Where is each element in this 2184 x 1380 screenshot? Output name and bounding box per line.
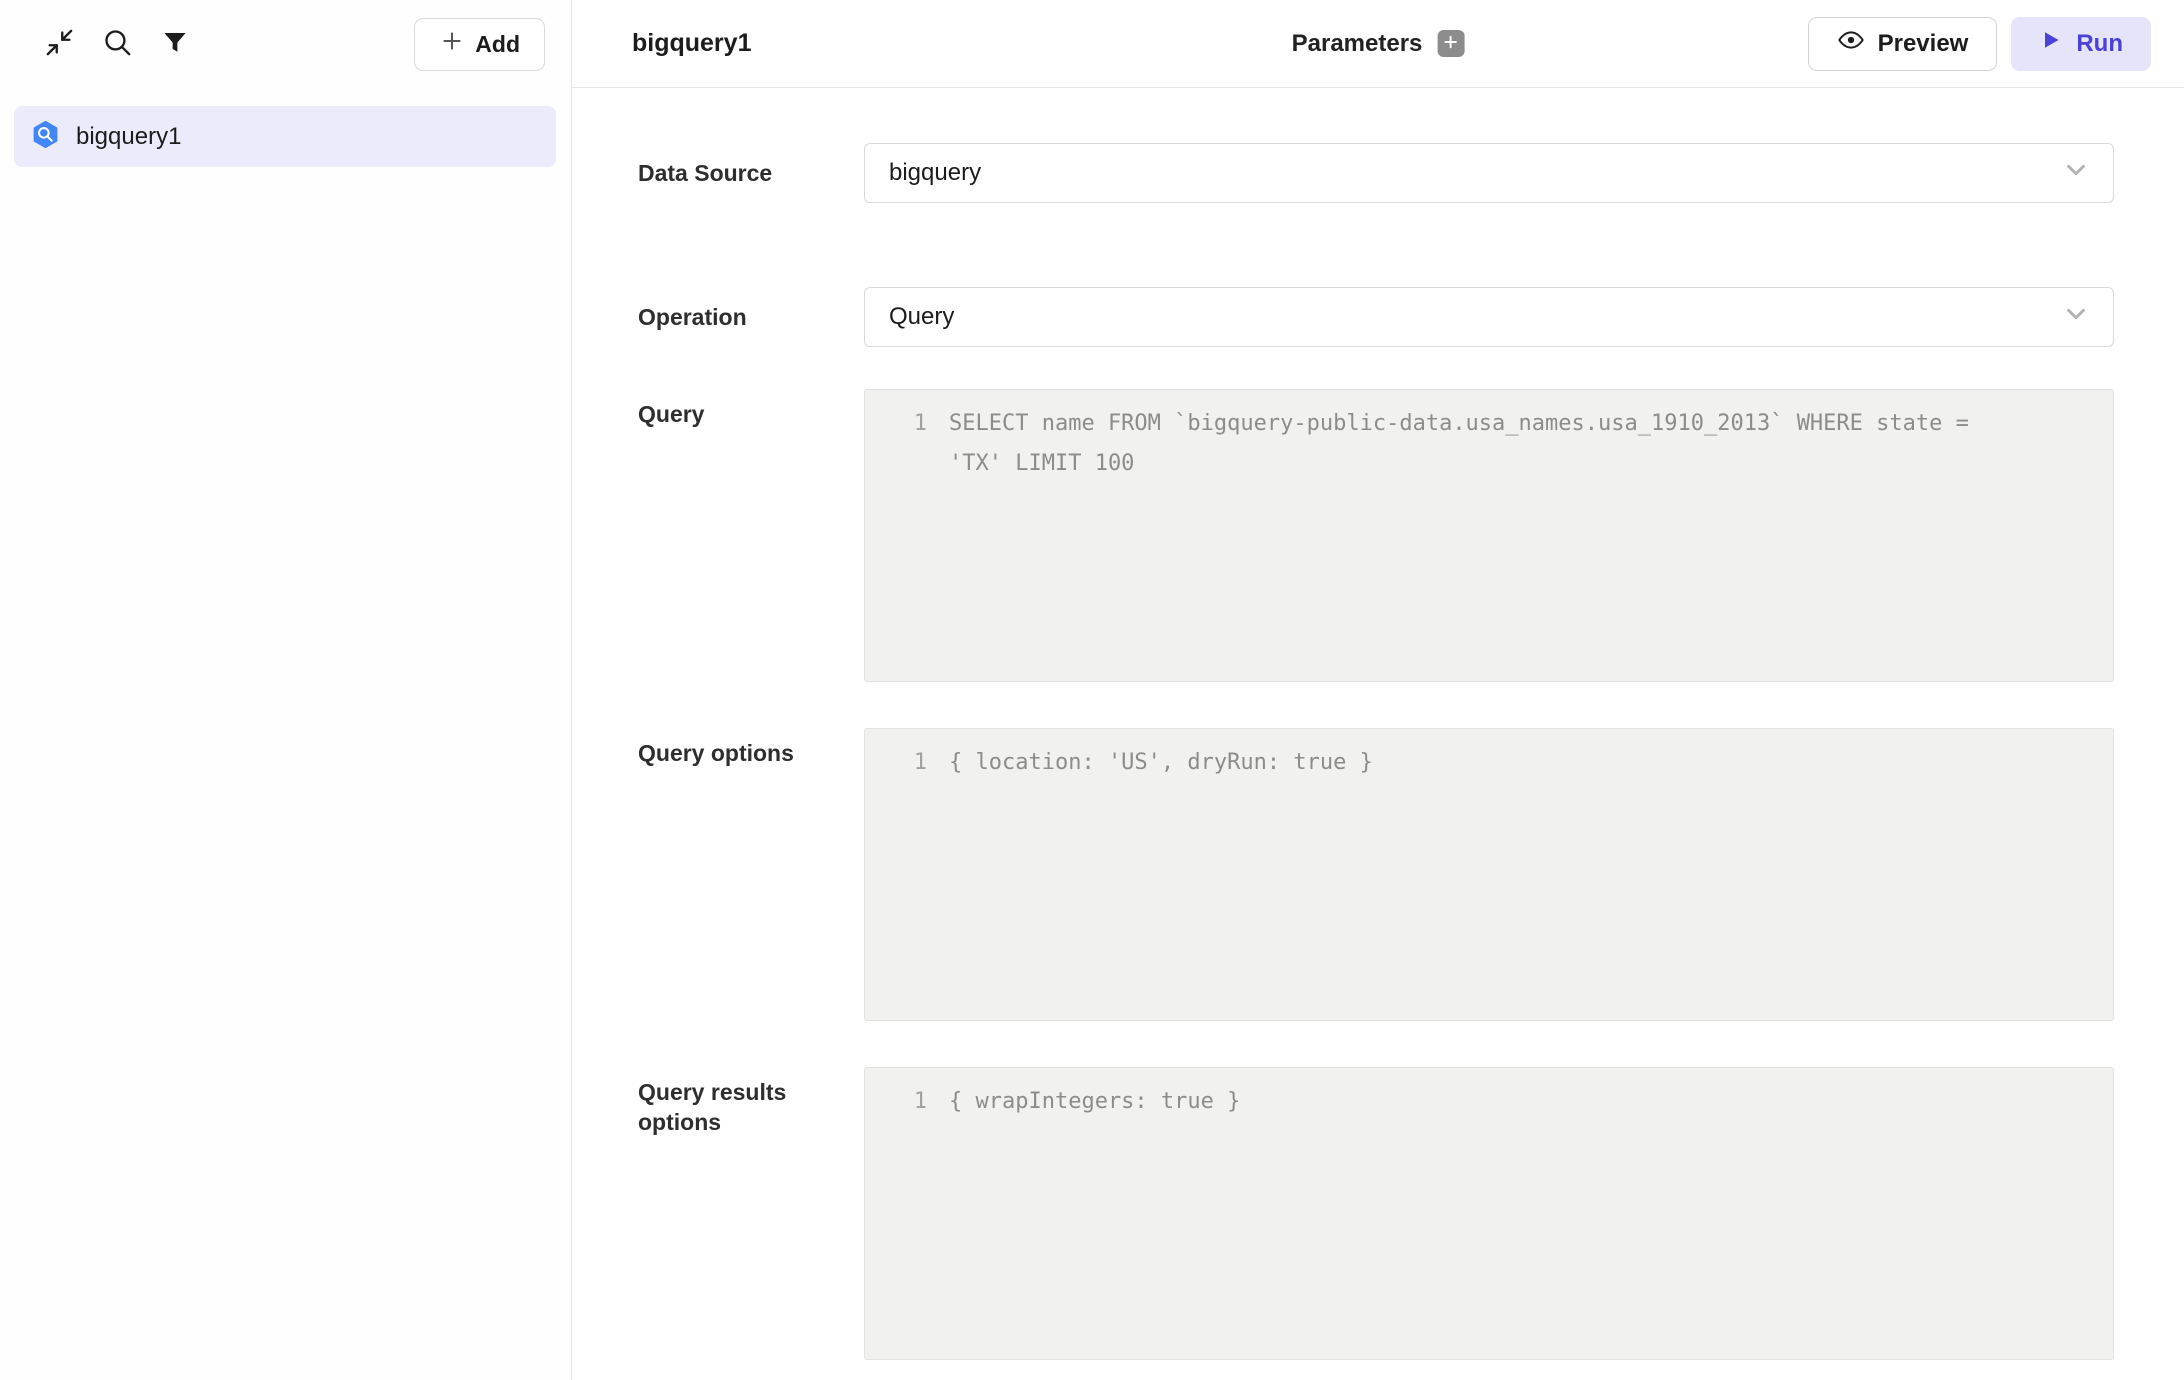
preview-button-label: Preview bbox=[1878, 30, 1969, 58]
list-item-bigquery1[interactable]: bigquery1 bbox=[14, 106, 556, 167]
line-number: 1 bbox=[865, 1082, 927, 1359]
search-icon bbox=[101, 26, 134, 62]
main-header: bigquery1 Parameters bbox=[572, 0, 2184, 88]
run-button[interactable]: Run bbox=[2011, 17, 2151, 71]
data-source-label: Data Source bbox=[638, 158, 864, 188]
search-button[interactable] bbox=[88, 15, 146, 73]
sidebar: Add bigquery1 bbox=[0, 0, 572, 1380]
query-results-options-row: Query results options 1 { wrapIntegers: … bbox=[638, 1067, 2114, 1360]
sidebar-toolbar: Add bbox=[0, 0, 571, 88]
operation-value: Query bbox=[889, 303, 954, 331]
chevron-down-icon bbox=[2061, 155, 2091, 192]
line-number: 1 bbox=[865, 404, 927, 681]
parameters-label: Parameters bbox=[1292, 30, 1423, 58]
line-number: 1 bbox=[865, 743, 927, 1020]
run-button-label: Run bbox=[2076, 30, 2123, 58]
query-results-options-editor[interactable]: 1 { wrapIntegers: true } bbox=[864, 1067, 2114, 1360]
parameters-section: Parameters bbox=[1292, 30, 1465, 58]
query-options-row: Query options 1 { location: 'US', dryRun… bbox=[638, 728, 2114, 1021]
add-parameter-button[interactable] bbox=[1437, 30, 1464, 57]
query-list: bigquery1 bbox=[0, 88, 571, 167]
data-source-value: bigquery bbox=[889, 159, 981, 187]
app-window: Add bigquery1 bigquery1 Parameters bbox=[0, 0, 2184, 1380]
data-source-select[interactable]: bigquery bbox=[864, 143, 2114, 203]
add-button-label: Add bbox=[475, 31, 520, 58]
query-results-options-label: Query results options bbox=[638, 1067, 864, 1138]
chevron-down-icon bbox=[2061, 299, 2091, 336]
query-row: Query 1 SELECT name FROM `bigquery-publi… bbox=[638, 389, 2114, 682]
query-label: Query bbox=[638, 389, 864, 429]
operation-row: Operation Query bbox=[638, 287, 2114, 347]
add-query-button[interactable]: Add bbox=[414, 18, 545, 71]
header-actions: Preview Run bbox=[1808, 17, 2151, 71]
query-code-placeholder: SELECT name FROM `bigquery-public-data.u… bbox=[949, 404, 2113, 681]
query-options-placeholder: { location: 'US', dryRun: true } bbox=[949, 743, 2113, 1020]
operation-select[interactable]: Query bbox=[864, 287, 2114, 347]
bigquery-icon bbox=[30, 119, 61, 155]
query-results-options-placeholder: { wrapIntegers: true } bbox=[949, 1082, 2113, 1359]
collapse-icon bbox=[43, 26, 76, 62]
preview-button[interactable]: Preview bbox=[1808, 17, 1998, 71]
query-title: bigquery1 bbox=[632, 29, 751, 58]
operation-label: Operation bbox=[638, 302, 864, 332]
plus-icon bbox=[439, 28, 465, 60]
main-panel: bigquery1 Parameters bbox=[572, 0, 2184, 1380]
play-icon bbox=[2039, 28, 2063, 59]
collapse-panel-button[interactable] bbox=[30, 15, 88, 73]
filter-icon bbox=[160, 28, 190, 61]
data-source-row: Data Source bigquery bbox=[638, 143, 2114, 203]
plus-icon bbox=[1442, 33, 1460, 54]
list-item-label: bigquery1 bbox=[76, 123, 181, 151]
eye-icon bbox=[1837, 26, 1865, 61]
query-options-editor[interactable]: 1 { location: 'US', dryRun: true } bbox=[864, 728, 2114, 1021]
query-options-label: Query options bbox=[638, 728, 864, 768]
query-form: Data Source bigquery Operation Query bbox=[572, 88, 2184, 1380]
filter-button[interactable] bbox=[146, 15, 204, 73]
query-code-editor[interactable]: 1 SELECT name FROM `bigquery-public-data… bbox=[864, 389, 2114, 682]
